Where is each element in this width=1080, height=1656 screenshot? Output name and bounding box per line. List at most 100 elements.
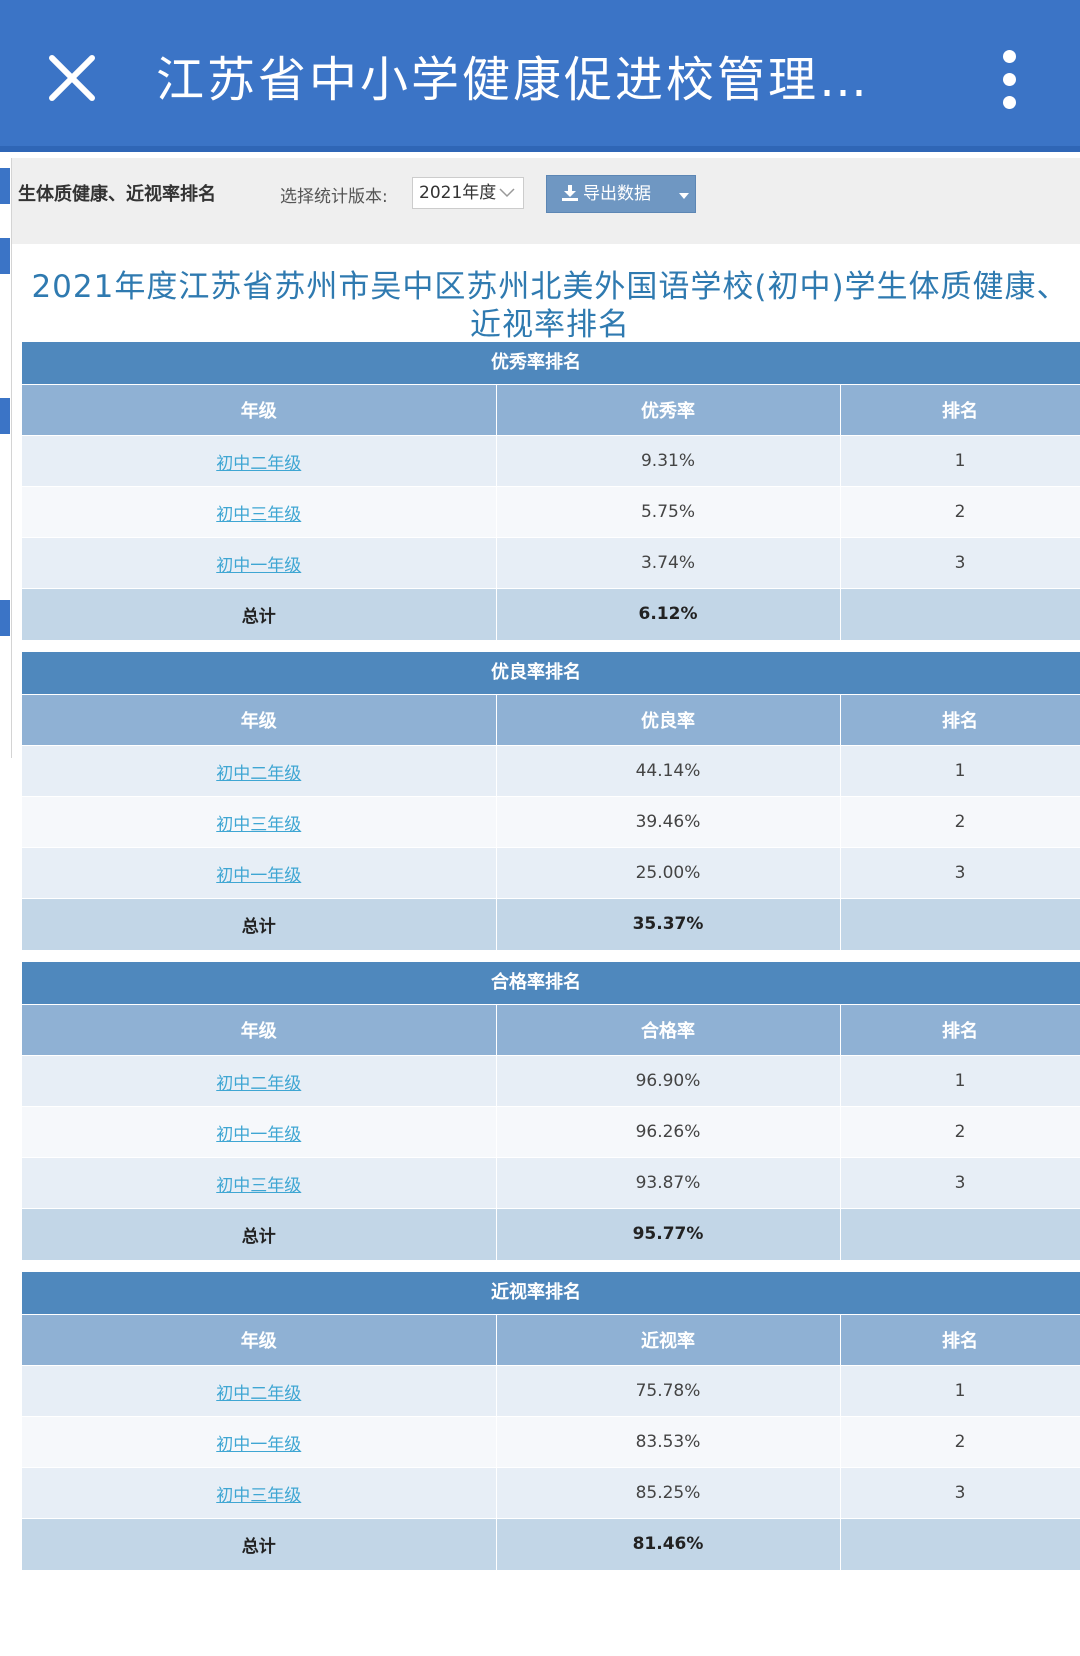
column-header-rank: 排名 <box>840 694 1080 746</box>
grade-link[interactable]: 初中二年级 <box>216 454 301 474</box>
table-row: 初中三年级 93.87% 3 <box>22 1157 1080 1209</box>
table-title: 近视率排名 <box>22 1272 1080 1314</box>
grade-link[interactable]: 初中二年级 <box>216 1384 301 1404</box>
sidebar-marker <box>0 238 10 274</box>
table-row: 初中三年级 85.25% 3 <box>22 1467 1080 1519</box>
toolbar: 生体质健康、近视率排名 选择统计版本: 2021年度 导出数据 <box>12 158 1080 244</box>
app-bar-title: 江苏省中小学健康促进校管理… <box>156 52 871 108</box>
version-label: 选择统计版本: <box>280 187 388 207</box>
rank-cell: 3 <box>840 1467 1080 1519</box>
rate-cell: 75.78% <box>496 1365 841 1417</box>
grade-link[interactable]: 初中一年级 <box>216 556 301 576</box>
grade-link[interactable]: 初中一年级 <box>216 1125 301 1145</box>
total-rank-empty <box>840 1518 1080 1570</box>
total-rate: 6.12% <box>496 588 841 640</box>
rate-cell: 93.87% <box>496 1157 841 1209</box>
table-header-row: 年级 优秀率 排名 <box>22 384 1080 436</box>
page-title-line-1: 2021年度江苏省苏州市吴中区苏州北美外国语学校(初中)学生体质健康、 <box>31 269 1069 305</box>
app-bar: 江苏省中小学健康促进校管理… <box>0 0 1080 152</box>
rate-cell: 5.75% <box>496 486 841 538</box>
column-header-grade: 年级 <box>22 694 497 746</box>
close-button[interactable] <box>40 46 104 110</box>
total-rank-empty <box>840 588 1080 640</box>
rank-cell: 2 <box>840 1106 1080 1158</box>
table-title: 合格率排名 <box>22 962 1080 1004</box>
sidebar-marker <box>0 600 10 636</box>
download-icon <box>562 185 578 201</box>
total-row: 总计 81.46% <box>22 1518 1080 1570</box>
table-row: 初中一年级 83.53% 2 <box>22 1416 1080 1468</box>
rate-cell: 9.31% <box>496 435 841 487</box>
sidebar-marker <box>0 398 10 434</box>
grade-link[interactable]: 初中一年级 <box>216 866 301 886</box>
grade-link[interactable]: 初中三年级 <box>216 815 301 835</box>
rank-cell: 1 <box>840 745 1080 797</box>
section-title: 生体质健康、近视率排名 <box>18 184 216 205</box>
rank-cell: 1 <box>840 1365 1080 1417</box>
sidebar-edge[interactable] <box>0 158 12 758</box>
total-label: 总计 <box>22 1518 497 1570</box>
version-select[interactable]: 2021年度 <box>412 177 524 209</box>
total-row: 总计 95.77% <box>22 1208 1080 1260</box>
total-label: 总计 <box>22 898 497 950</box>
rank-cell: 3 <box>840 1157 1080 1209</box>
rank-cell: 3 <box>840 537 1080 589</box>
rate-cell: 25.00% <box>496 847 841 899</box>
rate-cell: 85.25% <box>496 1467 841 1519</box>
sidebar-marker <box>0 168 10 204</box>
total-row: 总计 6.12% <box>22 588 1080 640</box>
rank-cell: 1 <box>840 1055 1080 1107</box>
grade-link[interactable]: 初中三年级 <box>216 505 301 525</box>
export-data-button[interactable]: 导出数据 <box>546 175 696 213</box>
table-row: 初中三年级 39.46% 2 <box>22 796 1080 848</box>
column-header-rank: 排名 <box>840 384 1080 436</box>
total-rate: 95.77% <box>496 1208 841 1260</box>
chevron-down-icon <box>499 188 515 198</box>
table-row: 初中二年级 44.14% 1 <box>22 745 1080 797</box>
table-title: 优良率排名 <box>22 652 1080 694</box>
export-data-label: 导出数据 <box>583 184 651 204</box>
total-label: 总计 <box>22 1208 497 1260</box>
table-row: 初中三年级 5.75% 2 <box>22 486 1080 538</box>
table-header-row: 年级 近视率 排名 <box>22 1314 1080 1366</box>
more-dot-icon <box>1003 50 1016 63</box>
column-header-grade: 年级 <box>22 1314 497 1366</box>
more-dot-icon <box>1003 96 1016 109</box>
table-row: 初中一年级 25.00% 3 <box>22 847 1080 899</box>
rate-cell: 44.14% <box>496 745 841 797</box>
column-header-rate: 优良率 <box>496 694 841 746</box>
grade-link[interactable]: 初中一年级 <box>216 1435 301 1455</box>
more-options-button[interactable] <box>990 48 1030 112</box>
table-row: 初中二年级 9.31% 1 <box>22 435 1080 487</box>
column-header-rate: 合格率 <box>496 1004 841 1056</box>
grade-link[interactable]: 初中二年级 <box>216 1074 301 1094</box>
table-title: 优秀率排名 <box>22 342 1080 384</box>
rate-cell: 96.90% <box>496 1055 841 1107</box>
total-label: 总计 <box>22 588 497 640</box>
page-title-line-2: 近视率排名 <box>470 307 630 343</box>
table-row: 初中一年级 3.74% 3 <box>22 537 1080 589</box>
rank-cell: 2 <box>840 796 1080 848</box>
rate-cell: 3.74% <box>496 537 841 589</box>
version-value: 2021年度 <box>419 183 497 203</box>
column-header-grade: 年级 <box>22 1004 497 1056</box>
total-rate: 35.37% <box>496 898 841 950</box>
rank-cell: 2 <box>840 1416 1080 1468</box>
table-header-row: 年级 优良率 排名 <box>22 694 1080 746</box>
column-header-rate: 近视率 <box>496 1314 841 1366</box>
rate-cell: 96.26% <box>496 1106 841 1158</box>
pass-rate-table: 合格率排名 年级 合格率 排名 初中二年级 96.90% 1 初中一年级 96.… <box>22 962 1080 1260</box>
more-dot-icon <box>1003 73 1016 86</box>
page-title: 2021年度江苏省苏州市吴中区苏州北美外国语学校(初中)学生体质健康、 近视率排… <box>20 268 1080 344</box>
rank-cell: 3 <box>840 847 1080 899</box>
grade-link[interactable]: 初中二年级 <box>216 764 301 784</box>
good-rate-table: 优良率排名 年级 优良率 排名 初中二年级 44.14% 1 初中三年级 39.… <box>22 652 1080 950</box>
column-header-rank: 排名 <box>840 1004 1080 1056</box>
grade-link[interactable]: 初中三年级 <box>216 1486 301 1506</box>
rate-cell: 83.53% <box>496 1416 841 1468</box>
table-row: 初中二年级 96.90% 1 <box>22 1055 1080 1107</box>
total-rate: 81.46% <box>496 1518 841 1570</box>
grade-link[interactable]: 初中三年级 <box>216 1176 301 1196</box>
rank-cell: 1 <box>840 435 1080 487</box>
excellent-rate-table: 优秀率排名 年级 优秀率 排名 初中二年级 9.31% 1 初中三年级 5.75… <box>22 342 1080 640</box>
